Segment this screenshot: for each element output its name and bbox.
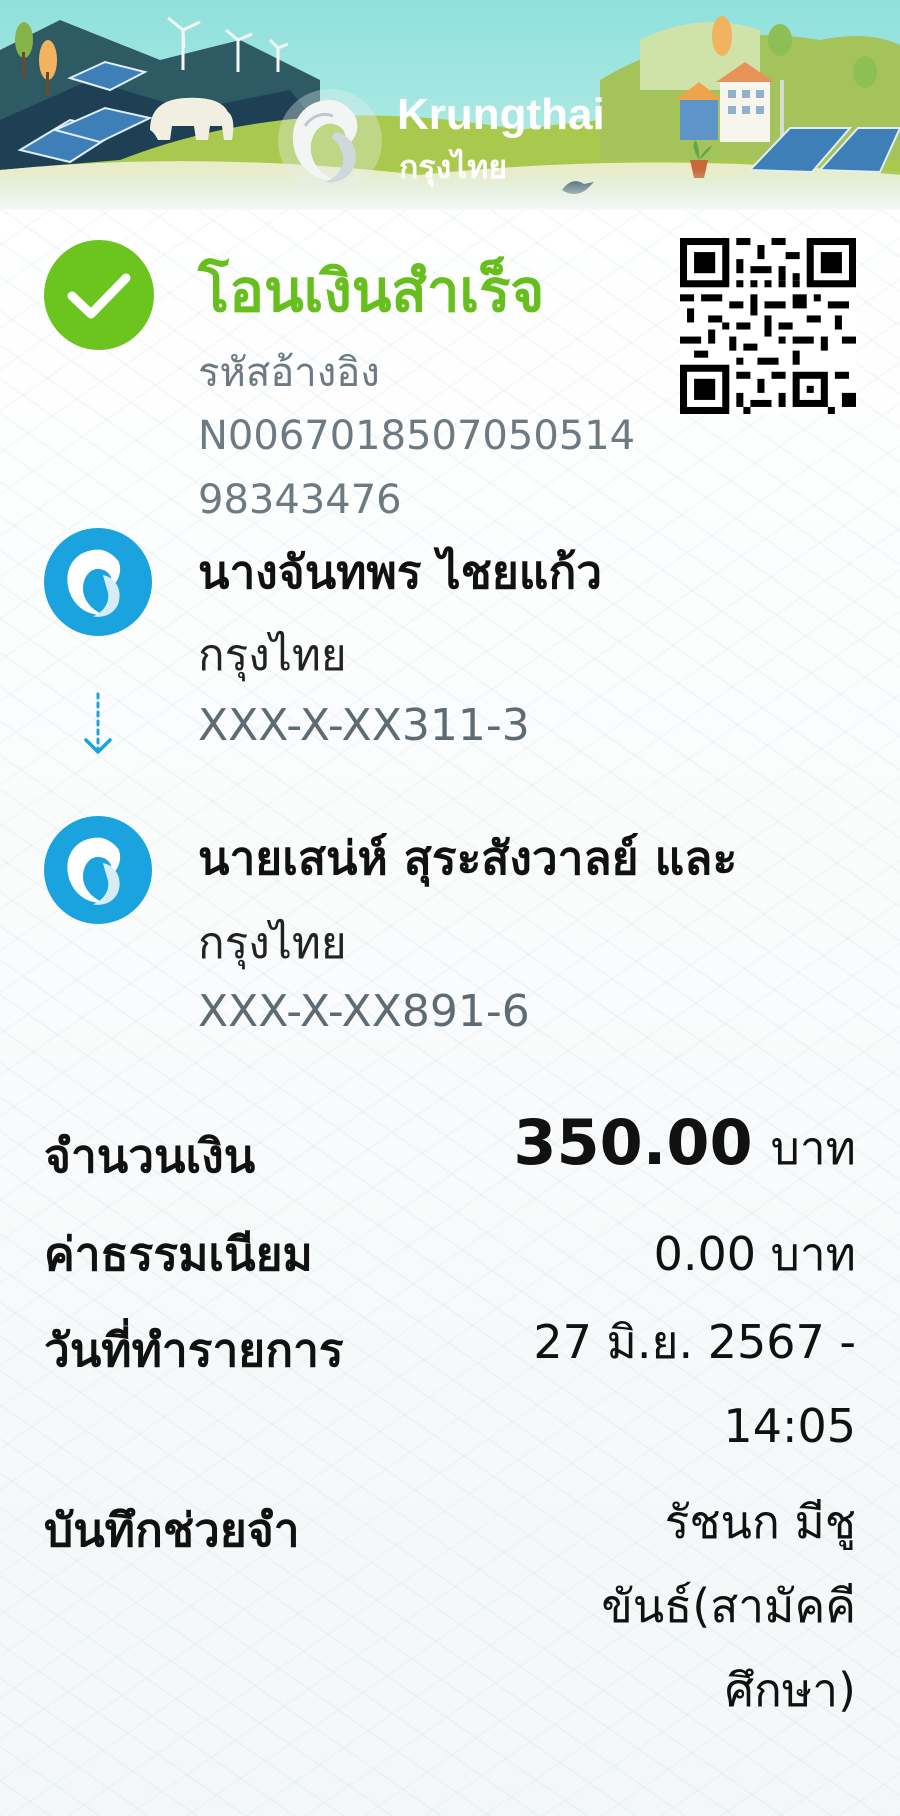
- header-banner: Krungthai กรุงไทย: [0, 0, 900, 210]
- reference-number: N006701850705051498343476: [198, 413, 636, 523]
- reference-label: รหัสอ้างอิง: [198, 350, 380, 396]
- memo-label: บันทึกช่วยจำ: [44, 1503, 300, 1557]
- brand-name-en: Krungthai: [397, 90, 605, 139]
- krungthai-brand: Krungthai กรุงไทย: [275, 86, 635, 196]
- krungthai-bird-logo-icon: [278, 89, 382, 193]
- sender-bank: กรุงไทย: [198, 630, 347, 681]
- brand-name-th: กรุงไทย: [399, 148, 508, 186]
- amount-value: 350.00: [513, 1106, 753, 1179]
- amount-value-group: 350.00 บาท: [513, 1106, 856, 1185]
- success-check-icon: [44, 240, 154, 350]
- sender-bank-logo-icon: [44, 528, 152, 636]
- receiver-account: XXX-X-XX891-6: [198, 986, 530, 1037]
- amount-unit: บาท: [770, 1121, 856, 1175]
- date-label: วันที่ทำรายการ: [44, 1323, 344, 1377]
- receiver-bank: กรุงไทย: [198, 918, 347, 969]
- status-title: โอนเงินสำเร็จ: [198, 257, 545, 325]
- date-value: 27 มิ.ย. 2567 - 14:05: [533, 1315, 856, 1453]
- amount-label: จำนวนเงิน: [44, 1129, 256, 1183]
- receiver-bank-logo-icon: [44, 816, 152, 924]
- qr-code-icon[interactable]: [680, 238, 856, 414]
- sender-account: XXX-X-XX311-3: [198, 700, 530, 751]
- transfer-arrow-down-icon: [84, 692, 112, 754]
- fee-label: ค่าธรรมเนียม: [44, 1227, 313, 1281]
- fee-value: 0.00 บาท: [653, 1227, 856, 1281]
- sender-name: นางจันทพร ไชยแก้ว: [198, 545, 603, 599]
- receiver-name: นายเสน่ห์ สุระสังวาลย์ และ: [198, 831, 738, 885]
- memo-value: รัชนก มีชูขันธ์(สามัคคีศึกษา): [601, 1495, 856, 1717]
